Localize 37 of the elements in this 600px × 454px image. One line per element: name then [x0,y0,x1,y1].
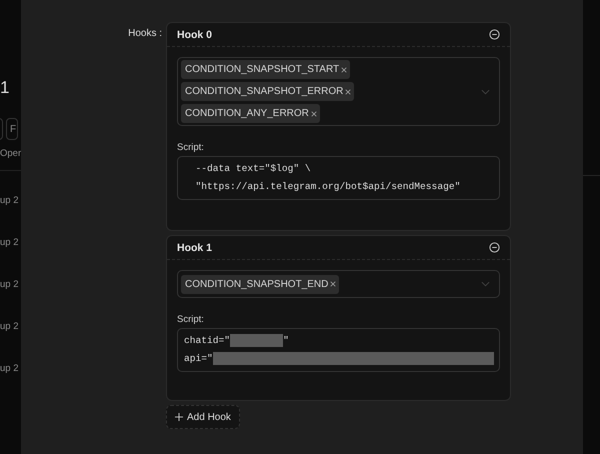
script-label: Script: [177,142,205,153]
condition-tag: CONDITION_ANY_ERROR [181,104,320,123]
page-heading: 1 [0,78,10,98]
field-label: Hooks : [127,28,162,41]
redaction-bar [230,334,284,346]
table-cell-text: up 2 [0,363,20,376]
column-header: Oper [0,148,21,159]
close-icon[interactable] [330,281,336,287]
close-icon[interactable] [345,88,352,94]
plus-icon [175,413,183,421]
condition-tag: CONDITION_SNAPSHOT_END [181,274,340,294]
table-cell-text: up 2 [0,237,20,250]
table-cell-text: up 2 [0,279,20,292]
condition-select[interactable]: CONDITION_SNAPSHOT_END [177,270,500,298]
script-field[interactable]: --data text="$log" \ "https://api.telegram.org/bot$api/sendMessage" [177,156,500,200]
toolbar-button[interactable]: F [6,118,18,140]
script-label: Script: [177,314,205,325]
code-text: chatid=" [184,334,230,346]
condition-select[interactable]: CONDITION_SNAPSHOT_START CONDITION_SNAPSHOT_ERROR CONDITION_ANY_ERROR [177,57,500,126]
close-icon[interactable] [341,66,348,72]
condition-tag: CONDITION_SNAPSHOT_START [181,60,350,79]
chevron-icon [481,88,490,94]
remove-icon[interactable] [489,29,500,40]
chevron-icon [481,281,490,287]
condition-tag: CONDITION_SNAPSHOT_ERROR [181,82,354,101]
code-text: " [283,334,289,346]
script-field[interactable]: chatid=" " api=" [177,328,500,372]
table-cell-text: up 2 [0,321,20,334]
close-icon[interactable] [310,110,317,116]
table-cell-text: up 2 [0,195,20,208]
remove-icon[interactable] [489,242,500,253]
add-hook-button[interactable]: Add Hook [166,405,240,429]
hook-title: Hook 0 [177,28,212,40]
code-text: api=" [184,352,213,364]
hook-title: Hook 1 [177,242,212,254]
code-text: --data text="$log" \ [194,162,311,174]
code-text: "https://api.telegram.org/bot$api/sendMessage" [194,180,460,192]
